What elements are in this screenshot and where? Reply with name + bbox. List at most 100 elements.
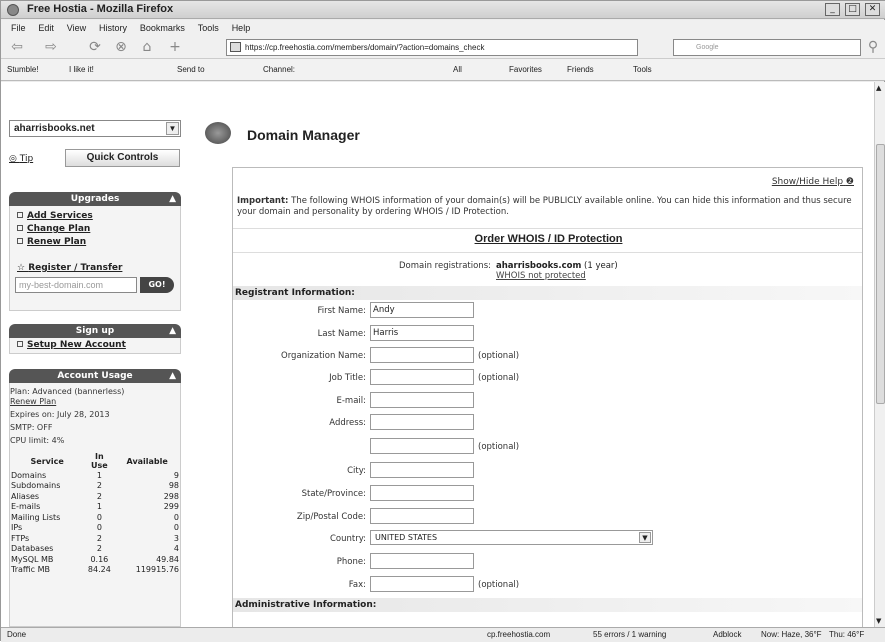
box-icon: [17, 225, 23, 231]
url-bar[interactable]: https://cp.freehostia.com/members/domain…: [226, 39, 638, 56]
help-icon: ❷: [845, 177, 854, 187]
show-hide-help-link[interactable]: Show/Hide Help ❷: [772, 177, 854, 187]
weather-now: Now: Haze, 36°F: [761, 630, 822, 639]
register-transfer-link[interactable]: ☆ Register / Transfer: [17, 263, 122, 273]
menu-tools[interactable]: Tools: [198, 20, 219, 36]
upgrades-header[interactable]: Upgrades ▲: [9, 192, 181, 206]
tip-link[interactable]: ◎ Tip: [9, 154, 33, 164]
table-row: IPs 0 0: [9, 523, 181, 534]
box-icon: [17, 212, 23, 218]
go-button[interactable]: GO!: [140, 277, 174, 293]
tools-button[interactable]: Tools: [633, 65, 652, 74]
menu-edit[interactable]: Edit: [38, 20, 54, 36]
account-usage-header[interactable]: Account Usage ▲: [9, 369, 181, 383]
forward-icon[interactable]: ⇨: [41, 39, 61, 56]
all-button[interactable]: All: [453, 65, 462, 74]
usage-service-cell: IPs: [11, 523, 23, 533]
vertical-scrollbar[interactable]: ▲ ▼: [874, 82, 885, 627]
ilike-button[interactable]: I like it!: [69, 65, 94, 74]
search-input[interactable]: Google: [673, 39, 861, 56]
address-line2-field[interactable]: [370, 438, 474, 454]
important-label: Important:: [237, 196, 289, 206]
table-row: Mailing Lists 0 0: [9, 512, 181, 523]
browser-window: Free Hostia - Mozilla Firefox _ □ ✕ File…: [0, 0, 885, 642]
close-button[interactable]: ✕: [865, 3, 880, 16]
plan-text: Plan: Advanced (bannerless): [10, 387, 125, 396]
menu-history[interactable]: History: [99, 20, 127, 36]
status-host: cp.freehostia.com: [487, 630, 551, 639]
important-notice: Important: The following WHOIS informati…: [237, 196, 857, 218]
organization-field[interactable]: [370, 347, 474, 363]
minimize-button[interactable]: _: [825, 3, 840, 16]
status-adblock[interactable]: Adblock: [713, 630, 741, 639]
scrollbar-thumb[interactable]: [876, 144, 885, 404]
search-icon[interactable]: ⚲: [863, 39, 883, 56]
registration-entry: aharrisbooks.com (1 year): [496, 261, 618, 271]
usage-service-cell: Mailing Lists: [11, 512, 61, 522]
usage-service-cell: FTPs: [11, 533, 30, 543]
menu-help[interactable]: Help: [232, 20, 251, 36]
favorites-button[interactable]: Favorites: [509, 65, 542, 74]
table-row: Traffic MB 84.24 119915.76: [9, 565, 181, 576]
last-name-field[interactable]: Harris: [370, 325, 474, 341]
reload-icon[interactable]: ⟳: [85, 39, 105, 56]
renew-plan-label: Renew Plan: [27, 237, 87, 247]
whois-status-link[interactable]: WHOIS not protected: [496, 271, 586, 281]
country-value: UNITED STATES: [375, 533, 438, 542]
city-label: City:: [347, 466, 366, 476]
renew-plan-account-link[interactable]: Renew Plan: [10, 397, 56, 406]
optional-label: (optional): [478, 442, 520, 452]
first-name-label: First Name:: [317, 306, 366, 316]
state-field[interactable]: [370, 485, 474, 501]
signup-header[interactable]: Sign up ▲: [9, 324, 181, 338]
status-errors[interactable]: 55 errors / 1 warning: [593, 630, 666, 639]
collapse-icon: ▲: [169, 326, 176, 336]
usage-in-use-cell: 2: [96, 544, 102, 554]
fax-label: Fax:: [348, 580, 366, 590]
cpu-text: CPU limit: 4%: [10, 436, 65, 445]
quick-controls-button[interactable]: Quick Controls: [65, 149, 180, 167]
city-field[interactable]: [370, 462, 474, 478]
order-whois-link[interactable]: Order WHOIS / ID Protection: [233, 233, 864, 245]
job-title-field[interactable]: [370, 369, 474, 385]
zip-label: Zip/Postal Code:: [296, 512, 366, 522]
setup-new-account-link[interactable]: Setup New Account: [17, 340, 126, 350]
zip-field[interactable]: [370, 508, 474, 524]
first-name-field[interactable]: Andy: [370, 302, 474, 318]
add-services-link[interactable]: Add Services: [17, 211, 93, 221]
phone-field[interactable]: [370, 553, 474, 569]
menu-file[interactable]: File: [11, 20, 26, 36]
usage-in-use-cell: 2: [96, 491, 102, 501]
new-tab-icon[interactable]: +: [165, 39, 185, 56]
country-select[interactable]: UNITED STATES ▼: [370, 530, 653, 545]
address-field[interactable]: [370, 414, 474, 430]
friends-button[interactable]: Friends: [567, 65, 594, 74]
stumble-button[interactable]: Stumble!: [7, 65, 39, 74]
menu-bookmarks[interactable]: Bookmarks: [140, 20, 185, 36]
home-icon[interactable]: ⌂: [137, 39, 157, 56]
menu-view[interactable]: View: [67, 20, 86, 36]
show-hide-help-label: Show/Hide Help: [771, 177, 844, 187]
fax-field[interactable]: [370, 576, 474, 592]
table-row: Databases 2 4: [9, 544, 181, 555]
domain-search-input[interactable]: my-best-domain.com: [15, 277, 137, 293]
channel-label: Channel:: [263, 65, 296, 74]
stop-icon[interactable]: ⊗: [111, 39, 131, 56]
change-plan-label: Change Plan: [27, 224, 91, 234]
renew-plan-link[interactable]: Renew Plan: [17, 237, 86, 247]
divider: [233, 252, 862, 253]
usage-table: Service In Use Available Domains 1 9 Subdom…: [9, 452, 181, 575]
usage-in-use-cell: 2: [96, 533, 102, 543]
domain-select[interactable]: aharrisbooks.net ▼: [9, 120, 181, 137]
scroll-up-icon[interactable]: ▲: [876, 84, 881, 92]
change-plan-link[interactable]: Change Plan: [17, 224, 90, 234]
important-text: The following WHOIS information of your …: [237, 196, 852, 217]
search-placeholder: Google: [696, 44, 719, 51]
maximize-button[interactable]: □: [845, 3, 860, 16]
table-row: Subdomains 2 98: [9, 481, 181, 492]
collapse-icon: ▲: [169, 371, 176, 381]
back-icon[interactable]: ⇦: [7, 39, 27, 56]
sendto-button[interactable]: Send to: [177, 65, 205, 74]
email-field[interactable]: [370, 392, 474, 408]
scroll-down-icon[interactable]: ▼: [876, 617, 881, 625]
